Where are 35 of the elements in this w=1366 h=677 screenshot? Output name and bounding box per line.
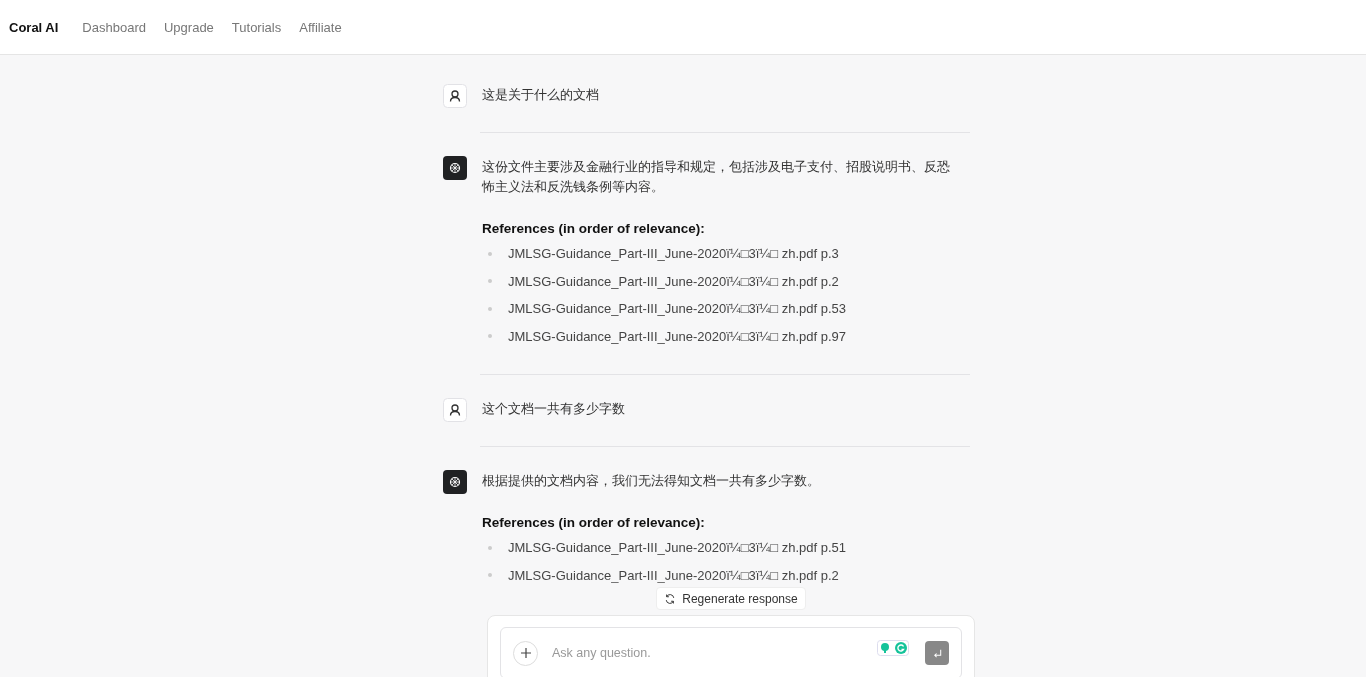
bullet-icon <box>488 573 492 578</box>
extension-icons[interactable] <box>877 640 909 656</box>
message-text: 这份文件主要涉及金融行业的指导和规定，包括涉及电子支付、招股说明书、反恐怖主义法和反洗钱条例等内容。 <box>482 159 951 196</box>
bullet-icon <box>488 306 492 311</box>
send-button[interactable] <box>925 641 949 665</box>
brand-name[interactable]: Coral AI <box>9 19 59 35</box>
assistant-avatar-icon <box>443 156 467 180</box>
nav-link[interactable]: Upgrade <box>163 19 214 35</box>
nav-link[interactable]: Affiliate <box>299 19 342 35</box>
message-text: 这是关于什么的文档 <box>482 87 600 104</box>
refresh-icon <box>664 592 677 605</box>
references-heading: References (in order of relevance): <box>482 221 706 236</box>
user-avatar-icon <box>443 398 467 422</box>
bullet-icon <box>488 334 492 339</box>
reference-link[interactable]: JMLSG-Guidance_Part-III_June-2020ï¼□3ï¼□ zh.pdf p.51 <box>508 540 846 556</box>
reference-link[interactable]: JMLSG-Guidance_Part-III_June-2020ï¼□3ï¼□ zh.pdf p.97 <box>508 328 846 344</box>
nav-link[interactable]: Tutorials <box>231 19 282 35</box>
add-button[interactable] <box>513 640 538 666</box>
question-input-field[interactable]: Ask any question. <box>550 645 865 661</box>
reference-link[interactable]: JMLSG-Guidance_Part-III_June-2020ï¼□3ï¼□ zh.pdf p.3 <box>508 246 839 262</box>
bullet-icon <box>488 545 492 550</box>
assistant-avatar-icon <box>443 470 467 494</box>
references-heading: References (in order of relevance): <box>482 515 706 530</box>
reference-link[interactable]: JMLSG-Guidance_Part-III_June-2020ï¼□3ï¼□ zh.pdf p.2 <box>508 273 839 289</box>
reference-link[interactable]: JMLSG-Guidance_Part-III_June-2020ï¼□3ï¼□ zh.pdf p.2 <box>508 567 839 583</box>
bullet-icon <box>488 279 492 284</box>
reference-link[interactable]: JMLSG-Guidance_Part-III_June-2020ï¼□3ï¼□ zh.pdf p.53 <box>508 301 846 317</box>
regenerate-response-button[interactable]: Regenerate response <box>656 587 806 610</box>
message-text: 这个文档一共有多少字数 <box>482 401 626 418</box>
enter-icon <box>931 647 943 659</box>
nav-link[interactable]: Dashboard <box>82 19 146 35</box>
plus-icon <box>519 647 532 659</box>
bullet-icon <box>488 251 492 256</box>
message-text: 根据提供的文档内容，我们无法得知文档一共有多少字数。 <box>482 473 821 490</box>
user-avatar-icon <box>443 84 467 108</box>
